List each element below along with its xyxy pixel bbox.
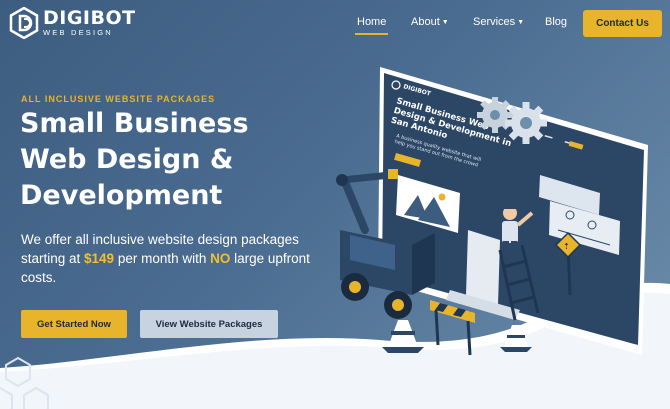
view-packages-button[interactable]: View Website Packages <box>140 310 278 338</box>
hero-eyebrow: ALL INCLUSIVE WEBSITE PACKAGES <box>21 94 216 104</box>
nav-item-blog[interactable]: Blog <box>545 16 567 28</box>
get-started-button[interactable]: Get Started Now <box>21 310 127 338</box>
logo-text: DIGIBOT WEB DESIGN <box>43 9 136 37</box>
gear-icon <box>477 97 513 133</box>
caret-down-icon: ▼ <box>441 18 449 26</box>
nav-item-label: Home <box>357 16 387 28</box>
hero-subtext: We offer all inclusive website design pa… <box>21 230 321 287</box>
site-logo[interactable]: DIGIBOT WEB DESIGN <box>9 7 136 39</box>
price-highlight: $149 <box>84 251 115 266</box>
traffic-cone-icon <box>382 320 424 353</box>
nav-item-label: About <box>411 16 440 28</box>
nav-item-home[interactable]: Home <box>354 16 389 35</box>
contact-us-button[interactable]: Contact Us <box>583 10 662 37</box>
nav-item-services[interactable]: Services ▼ <box>473 16 524 28</box>
no-highlight: NO <box>210 251 231 266</box>
subtext-part: per month with <box>114 251 211 266</box>
barrier-icon <box>430 300 475 356</box>
hero-illustration: DIGIBOT Small Business Web Design & Deve… <box>336 67 648 356</box>
logo-name: DIGIBOT <box>43 7 136 30</box>
nav-item-label: Services <box>473 16 516 28</box>
hero-headline: Small Business Web Design & Development <box>20 108 249 211</box>
svg-text:⇡: ⇡ <box>563 242 570 251</box>
nav-item-about[interactable]: About ▼ <box>411 16 449 28</box>
db-hexagon-icon <box>9 7 39 39</box>
logo-tagline: WEB DESIGN <box>43 28 113 38</box>
hexagon-pattern-decoration <box>0 356 49 409</box>
caret-down-icon: ▼ <box>517 18 525 26</box>
nav-item-label: Blog <box>545 16 568 28</box>
traffic-cone-icon <box>500 325 532 352</box>
gear-icon <box>505 102 547 144</box>
